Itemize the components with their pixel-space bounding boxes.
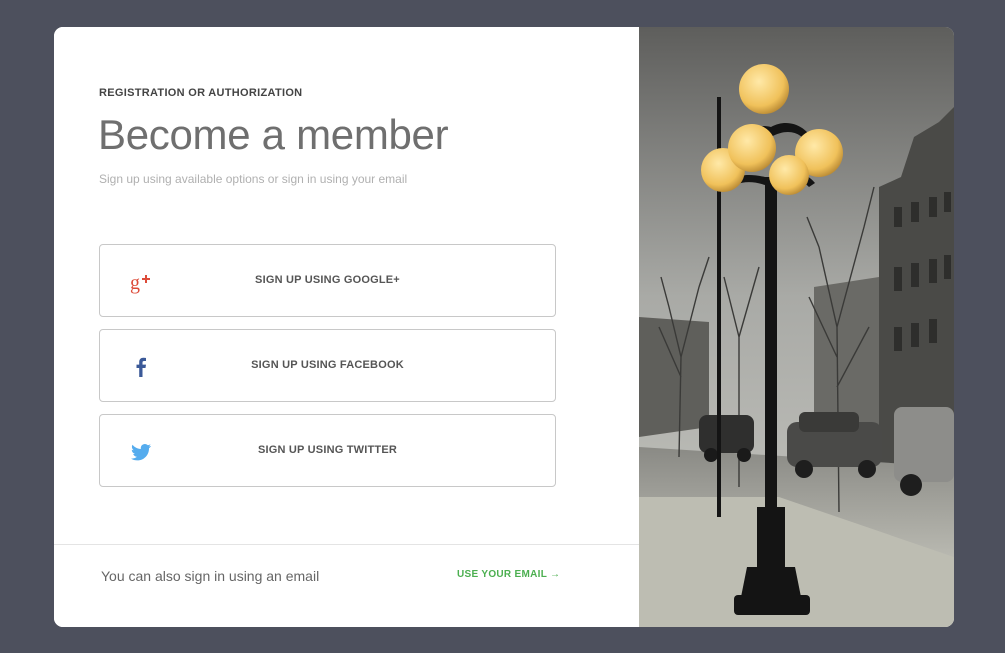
section-eyebrow: REGISTRATION OR AUTHORIZATION xyxy=(99,87,303,99)
footer-text: You can also sign in using an email xyxy=(101,568,320,584)
google-signup-button[interactable]: g SIGN UP USING GOOGLE+ xyxy=(99,244,556,317)
twitter-signup-label: SIGN UP USING TWITTER xyxy=(257,444,398,456)
facebook-signup-button[interactable]: SIGN UP USING FACEBOOK xyxy=(99,329,556,402)
auth-panel: REGISTRATION OR AUTHORIZATION Become a m… xyxy=(54,27,639,627)
page-subtitle: Sign up using available options or sign … xyxy=(99,172,408,186)
google-signup-label: SIGN UP USING GOOGLE+ xyxy=(255,274,400,286)
footer-divider xyxy=(54,544,639,545)
facebook-signup-label: SIGN UP USING FACEBOOK xyxy=(251,359,404,371)
use-email-link[interactable]: USE YOUR EMAIL → xyxy=(457,569,560,580)
twitter-signup-button[interactable]: SIGN UP USING TWITTER xyxy=(99,414,556,487)
page-title: Become a member xyxy=(98,111,449,158)
hero-image xyxy=(639,27,954,627)
auth-card: REGISTRATION OR AUTHORIZATION Become a m… xyxy=(54,27,954,627)
